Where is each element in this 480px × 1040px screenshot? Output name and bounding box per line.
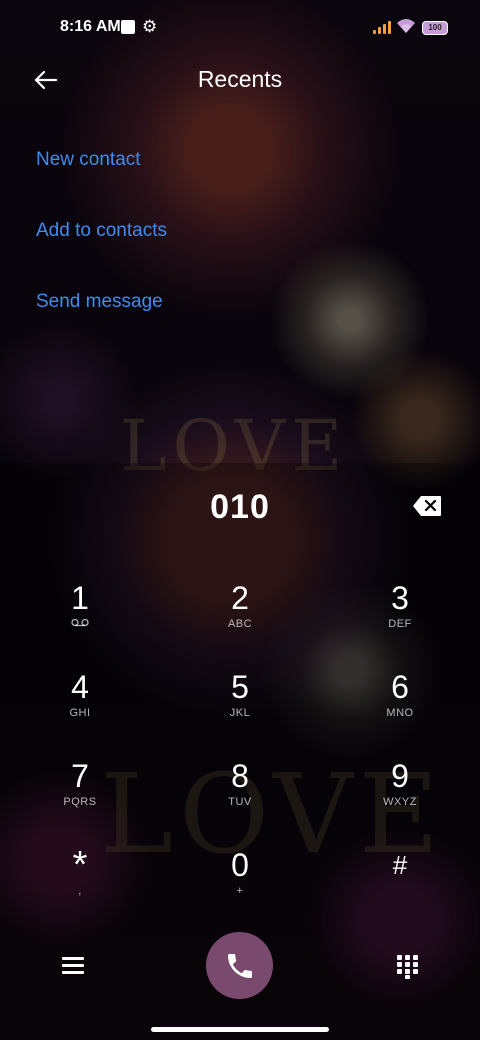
key-letters: ABC bbox=[227, 618, 253, 630]
notification-square-icon bbox=[121, 20, 135, 34]
key-digit: 7 bbox=[71, 758, 89, 794]
key-letters: WXYZ bbox=[383, 796, 417, 808]
key-digit: 4 bbox=[71, 669, 89, 705]
key-digit: 0 bbox=[231, 847, 249, 883]
status-time: 8:16 AM bbox=[60, 18, 121, 35]
key-star[interactable]: * , bbox=[20, 844, 140, 927]
key-letters: , bbox=[78, 885, 82, 897]
status-bar: 8:16 AM ⚙ 100 bbox=[0, 0, 480, 56]
key-digit: 9 bbox=[391, 758, 409, 794]
key-digit: 1 bbox=[71, 580, 89, 616]
key-digit: # bbox=[392, 850, 408, 880]
signal-icon bbox=[373, 20, 391, 34]
key-1[interactable]: 1 bbox=[20, 580, 140, 660]
key-9[interactable]: 9 WXYZ bbox=[340, 758, 460, 838]
new-contact-link[interactable]: New contact bbox=[36, 149, 141, 171]
key-8[interactable]: 8 TUV bbox=[180, 758, 300, 838]
settings-gear-icon: ⚙ bbox=[142, 17, 158, 36]
menu-icon[interactable] bbox=[62, 955, 84, 975]
key-4[interactable]: 4 GHI bbox=[20, 669, 140, 749]
key-hash[interactable]: # bbox=[340, 847, 460, 927]
battery-icon: 100 bbox=[422, 21, 448, 35]
key-2[interactable]: 2 ABC bbox=[180, 580, 300, 660]
key-letters: DEF bbox=[388, 618, 412, 630]
backspace-icon[interactable] bbox=[412, 495, 442, 517]
phone-icon bbox=[227, 953, 252, 978]
key-digit: 3 bbox=[391, 580, 409, 616]
key-7[interactable]: 7 PQRS bbox=[20, 758, 140, 838]
send-message-link[interactable]: Send message bbox=[36, 291, 163, 313]
key-digit: 6 bbox=[391, 669, 409, 705]
key-letters: TUV bbox=[228, 796, 252, 808]
key-letters: + bbox=[236, 885, 244, 897]
key-letters: MNO bbox=[386, 707, 414, 719]
key-3[interactable]: 3 DEF bbox=[340, 580, 460, 660]
home-indicator[interactable] bbox=[151, 1027, 329, 1032]
key-letters: JKL bbox=[229, 707, 251, 719]
key-letters: GHI bbox=[69, 707, 91, 719]
call-button[interactable] bbox=[206, 932, 273, 999]
wifi-icon bbox=[397, 19, 415, 33]
page-title: Recents bbox=[197, 66, 283, 92]
key-0[interactable]: 0 + bbox=[180, 847, 300, 927]
voicemail-icon bbox=[71, 618, 89, 627]
key-letters: PQRS bbox=[63, 796, 97, 808]
key-digit: 5 bbox=[231, 669, 249, 705]
key-digit: 2 bbox=[231, 580, 249, 616]
dialed-number: 010 bbox=[210, 488, 270, 526]
key-6[interactable]: 6 MNO bbox=[340, 669, 460, 749]
add-to-contacts-link[interactable]: Add to contacts bbox=[36, 220, 167, 242]
dialpad-icon[interactable] bbox=[397, 955, 419, 979]
key-digit: * bbox=[72, 844, 88, 886]
key-5[interactable]: 5 JKL bbox=[180, 669, 300, 749]
key-digit: 8 bbox=[231, 758, 249, 794]
